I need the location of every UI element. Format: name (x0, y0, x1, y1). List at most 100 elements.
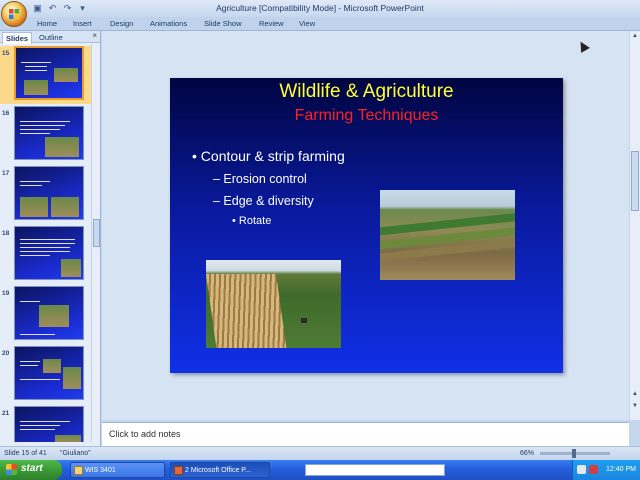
slide-number: 20 (2, 350, 10, 357)
powerpoint-icon (174, 466, 183, 475)
strip-farming-photo[interactable] (206, 260, 341, 348)
close-icon[interactable]: × (92, 31, 97, 40)
tab-insert[interactable]: Insert (73, 19, 92, 28)
bullet-level2[interactable]: – Edge & diversity (213, 194, 314, 208)
bullet-level3[interactable]: • Rotate (232, 215, 271, 227)
taskbar-search-box[interactable] (305, 464, 445, 476)
slide-number: 18 (2, 230, 10, 237)
tab-review[interactable]: Review (259, 19, 284, 28)
thumb-line (20, 365, 38, 366)
thumbnail-preview (14, 286, 84, 340)
bullet-level1[interactable]: • Contour & strip farming (192, 148, 345, 164)
thumbnail-preview (14, 46, 84, 100)
thumb-photo (20, 197, 48, 217)
system-clock[interactable]: 12:40 PM (606, 466, 636, 473)
slide-thumbnail-15[interactable]: 15 (0, 46, 92, 104)
thumb-photo (63, 367, 81, 389)
tab-animations[interactable]: Animations (150, 19, 187, 28)
slide-number: 15 (2, 50, 10, 57)
windows-logo-icon (6, 464, 17, 475)
folder-icon (74, 466, 83, 475)
slide-thumbnail-21[interactable]: 21 (0, 406, 92, 442)
taskbar-item-powerpoint[interactable]: 2 Microsoft Office P... (170, 462, 270, 478)
slide-thumbnail-17[interactable]: 17 (0, 166, 92, 224)
slide-number: 16 (2, 110, 10, 117)
notes-placeholder[interactable]: Click to add notes (109, 429, 181, 439)
thumb-photo (61, 259, 81, 277)
current-slide[interactable]: Wildlife & Agriculture Farming Technique… (170, 78, 563, 373)
slide-subtitle[interactable]: Farming Techniques (170, 107, 563, 125)
slide-number: 17 (2, 170, 10, 177)
slide-thumbnail-19[interactable]: 19 (0, 286, 92, 344)
slide-editing-area: Wildlife & Agriculture Farming Technique… (102, 31, 629, 420)
thumbnail-list: 15 16 17 18 19 20 21 (0, 44, 92, 442)
scrollbar-thumb[interactable] (93, 219, 100, 247)
thumb-photo (43, 359, 61, 373)
thumbnail-preview (14, 166, 84, 220)
slide-thumbnail-18[interactable]: 18 (0, 226, 92, 284)
thumb-line (21, 62, 51, 63)
thumb-line (20, 255, 50, 256)
panel-scrollbar[interactable] (91, 44, 100, 442)
thumbnail-preview (14, 226, 84, 280)
thumb-line (25, 70, 47, 71)
thumb-line (20, 429, 55, 430)
tab-design[interactable]: Design (110, 19, 133, 28)
tab-view[interactable]: View (299, 19, 315, 28)
antivirus-icon[interactable] (589, 465, 598, 474)
thumbnail-preview (14, 406, 84, 442)
thumb-line (20, 425, 60, 426)
slide-thumbnail-16[interactable]: 16 (0, 106, 92, 164)
thumb-line (20, 301, 40, 302)
zoom-level[interactable]: 66% (520, 450, 534, 457)
slide-number: 21 (2, 410, 10, 417)
taskbar-item-folder[interactable]: WIS 3401 (70, 462, 165, 478)
network-icon[interactable] (577, 465, 586, 474)
corn-rows (206, 274, 287, 348)
thumb-line (20, 247, 70, 248)
thumb-line (20, 239, 75, 240)
slide-title[interactable]: Wildlife & Agriculture (170, 81, 563, 103)
thumb-line (20, 361, 40, 362)
next-slide-icon[interactable]: ▼ (632, 403, 638, 409)
tractor-icon (301, 318, 307, 323)
slide-counter: Slide 15 of 41 (4, 450, 47, 457)
thumbnail-preview (14, 346, 84, 400)
tab-slide-show[interactable]: Slide Show (204, 19, 242, 28)
start-button[interactable]: start (0, 460, 62, 480)
ribbon-tabs: Home Insert Design Animations Slide Show… (0, 17, 640, 31)
thumb-photo (45, 137, 79, 157)
tab-outline[interactable]: Outline (36, 32, 66, 43)
vertical-scrollbar[interactable]: ▲ ▲ ▼ (629, 31, 640, 420)
thumb-line (20, 125, 65, 126)
thumb-line (20, 379, 60, 380)
office-button[interactable] (1, 1, 27, 27)
thumb-photo (51, 197, 79, 217)
previous-slide-icon[interactable]: ▲ (632, 391, 638, 397)
office-logo-icon (9, 9, 19, 19)
slides-panel: Slides Outline × 15 16 17 18 19 20 21 (0, 31, 101, 451)
thumb-line (20, 129, 60, 130)
notes-pane[interactable]: Click to add notes (102, 422, 629, 446)
zoom-slider-knob[interactable] (572, 449, 576, 458)
thumb-line (20, 251, 70, 252)
scroll-up-icon[interactable]: ▲ (632, 33, 638, 39)
scrollbar-thumb[interactable] (631, 151, 639, 211)
contour-strip-photo[interactable] (380, 190, 515, 280)
thumb-photo (55, 435, 81, 442)
slide-thumbnail-20[interactable]: 20 (0, 346, 92, 404)
bullet-level2[interactable]: – Erosion control (213, 172, 307, 186)
thumb-line (20, 185, 42, 186)
tab-home[interactable]: Home (37, 19, 57, 28)
thumb-line (25, 66, 47, 67)
tab-slides[interactable]: Slides (2, 32, 33, 44)
status-bar: Slide 15 of 41 "Giuliano" 66% (0, 446, 640, 460)
panel-tabs: Slides Outline × (0, 31, 100, 44)
thumb-line (20, 421, 70, 422)
thumbnail-preview (14, 106, 84, 160)
thumb-photo (24, 80, 48, 95)
start-label: start (21, 463, 43, 474)
thumb-line (20, 243, 75, 244)
thumb-line (20, 133, 50, 134)
thumb-photo (39, 305, 69, 327)
